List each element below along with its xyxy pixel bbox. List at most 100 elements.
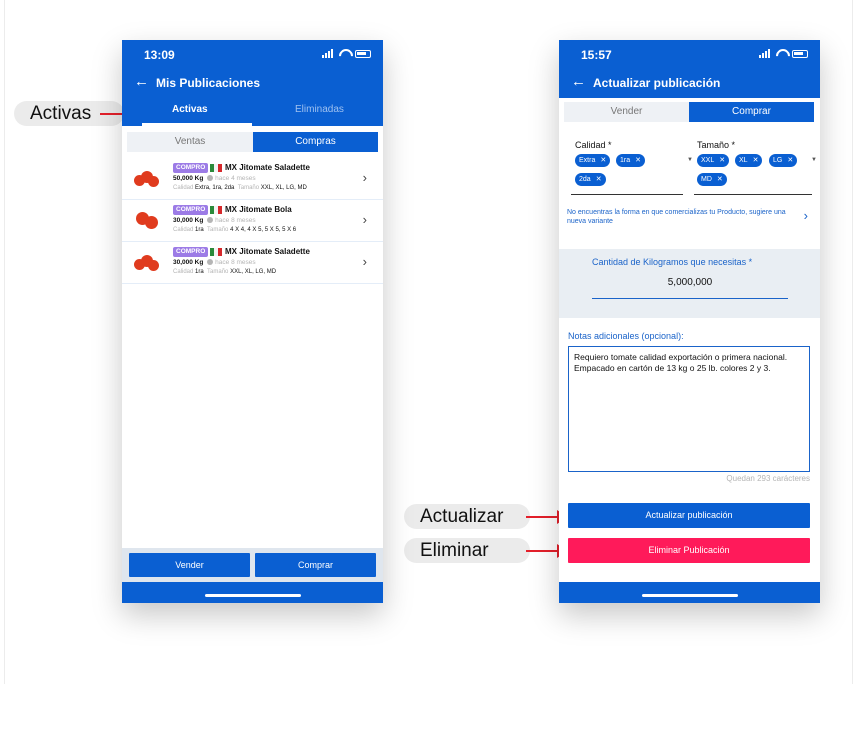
status-time: 15:57 [581, 48, 612, 62]
status-time: 13:09 [144, 48, 175, 62]
tamano-underline [694, 194, 812, 195]
quantity-label: Cantidad de Kilogramos que necesitas * [592, 257, 753, 267]
chip-label: 1ra [620, 157, 631, 164]
chevron-right-icon: › [362, 170, 367, 185]
signal-icon [759, 49, 770, 58]
tomato-image [134, 253, 160, 273]
close-icon[interactable]: ✕ [753, 157, 759, 164]
quantity: 30,000 Kg [173, 217, 204, 224]
product-title: MX Jitomate Saladette [225, 163, 310, 172]
close-icon[interactable]: ✕ [787, 157, 793, 164]
close-icon[interactable]: ✕ [596, 176, 602, 183]
phone-mis-publicaciones: 13:09 ← Mis Publicaciones Activas Elimin… [122, 40, 383, 603]
annotation-actualizar: Actualizar [404, 504, 530, 529]
signal-icon [322, 49, 333, 58]
frame-divider-left [4, 0, 5, 684]
chip-2da[interactable]: 2da ✕ [575, 173, 606, 186]
clock-icon [207, 259, 214, 266]
product-title: MX Jitomate Bola [225, 205, 292, 214]
chip-label: MD [701, 176, 712, 183]
dropdown-arrow-icon[interactable]: ▼ [811, 157, 817, 163]
notes-label: Notas adicionales (opcional): [568, 331, 684, 341]
status-icons [759, 49, 808, 58]
chip-label: 2da [579, 176, 591, 183]
delete-publication-button[interactable]: Eliminar Publicación [568, 538, 810, 563]
tab-bar: Activas Eliminadas [122, 96, 383, 126]
home-indicator[interactable] [641, 594, 738, 597]
chip-xl[interactable]: XL ✕ [735, 154, 763, 167]
time-ago: hace 8 meses [215, 259, 256, 266]
chip-md[interactable]: MD ✕ [697, 173, 727, 186]
notes-textarea[interactable]: Requiero tomate calidad exportación o pr… [568, 346, 810, 472]
tomato-image [134, 211, 160, 231]
segment-vender[interactable]: Vender [564, 102, 689, 122]
tamano-label: Tamaño [207, 227, 229, 233]
page-title: Actualizar publicación [593, 76, 721, 90]
update-publication-button[interactable]: Actualizar publicación [568, 503, 810, 528]
chevron-right-icon: › [362, 212, 367, 227]
back-arrow-icon[interactable]: ← [571, 73, 586, 90]
annotation-eliminar: Eliminar [404, 538, 530, 563]
canvas: Activas Actualizar Eliminar 13:09 ← Mis … [0, 0, 857, 731]
back-arrow-icon[interactable]: ← [134, 73, 149, 90]
segment-compras[interactable]: Compras [253, 132, 378, 152]
chevron-right-icon: › [362, 254, 367, 269]
wifi-icon [775, 49, 787, 58]
status-bar: 15:57 [559, 40, 820, 70]
compro-badge: COMPRO [173, 247, 209, 257]
chip-xxl[interactable]: XXL ✕ [697, 154, 730, 167]
list-item[interactable]: COMPRO MX Jitomate Bola 30,000 Kg hace 8… [122, 200, 383, 242]
status-bar: 13:09 [122, 40, 383, 70]
close-icon[interactable]: ✕ [719, 157, 725, 164]
top-nav: ← Mis Publicaciones [122, 70, 383, 96]
status-icons [322, 49, 371, 58]
calidad-label: Calidad * [575, 140, 612, 150]
dropdown-arrow-icon[interactable]: ▼ [687, 157, 693, 163]
tamano-value: XXL, XL, LG, MD [260, 185, 307, 191]
quantity-line: 50,000 Kg hace 4 meses [173, 175, 256, 182]
close-icon[interactable]: ✕ [600, 157, 606, 164]
chip-extra[interactable]: Extra ✕ [575, 154, 611, 167]
calidad-underline [571, 194, 683, 195]
page-title: Mis Publicaciones [156, 76, 261, 90]
tab-eliminadas[interactable]: Eliminadas [295, 104, 344, 115]
home-indicator[interactable] [204, 594, 301, 597]
chip-lg[interactable]: LG ✕ [769, 154, 798, 167]
compro-badge: COMPRO [173, 205, 209, 215]
tamano-label: Tamaño [237, 185, 260, 191]
vender-button[interactable]: Vender [129, 553, 250, 577]
chevron-right-icon[interactable]: › [804, 208, 808, 223]
mexico-flag-icon [210, 206, 222, 214]
quantity-section: Cantidad de Kilogramos que necesitas * 5… [559, 249, 820, 318]
quantity: 30,000 Kg [173, 259, 204, 266]
suggest-variant-link[interactable]: No encuentras la forma en que comerciali… [567, 208, 787, 226]
attributes-line: Calidad 1ra Tamaño 4 X 4, 4 X 5, 5 X 5, … [173, 227, 296, 233]
close-icon[interactable]: ✕ [635, 157, 641, 164]
quantity-line: 30,000 Kg hace 8 meses [173, 259, 256, 266]
clock-icon [207, 217, 214, 224]
character-counter: Quedan 293 carácteres [726, 474, 810, 483]
segment-ventas[interactable]: Ventas [127, 132, 253, 152]
battery-icon [792, 49, 808, 58]
mexico-flag-icon [210, 164, 222, 172]
wifi-icon [338, 49, 350, 58]
battery-icon [355, 49, 371, 58]
active-tab-indicator [142, 123, 252, 126]
attributes-line: Calidad Extra, 1ra, 2da Tamaño XXL, XL, … [173, 185, 307, 191]
mexico-flag-icon [210, 248, 222, 256]
list-item[interactable]: COMPRO MX Jitomate Saladette 30,000 Kg h… [122, 242, 383, 284]
calidad-label: Calidad [173, 185, 194, 191]
calidad-label: Calidad [173, 269, 194, 275]
comprar-button[interactable]: Comprar [255, 553, 376, 577]
quantity-input[interactable]: 5,000,000 [592, 277, 788, 288]
chip-1ra[interactable]: 1ra ✕ [616, 154, 645, 167]
list-item[interactable]: COMPRO MX Jitomate Saladette 50,000 Kg h… [122, 158, 383, 200]
time-ago: hace 8 meses [215, 217, 256, 224]
quantity: 50,000 Kg [173, 175, 204, 182]
quantity-line: 30,000 Kg hace 8 meses [173, 217, 256, 224]
close-icon[interactable]: ✕ [717, 176, 723, 183]
quantity-underline [592, 298, 788, 299]
segment-comprar[interactable]: Comprar [689, 102, 814, 122]
tamano-value: 4 X 4, 4 X 5, 5 X 5, 5 X 6 [230, 227, 297, 233]
tab-activas[interactable]: Activas [172, 104, 208, 115]
